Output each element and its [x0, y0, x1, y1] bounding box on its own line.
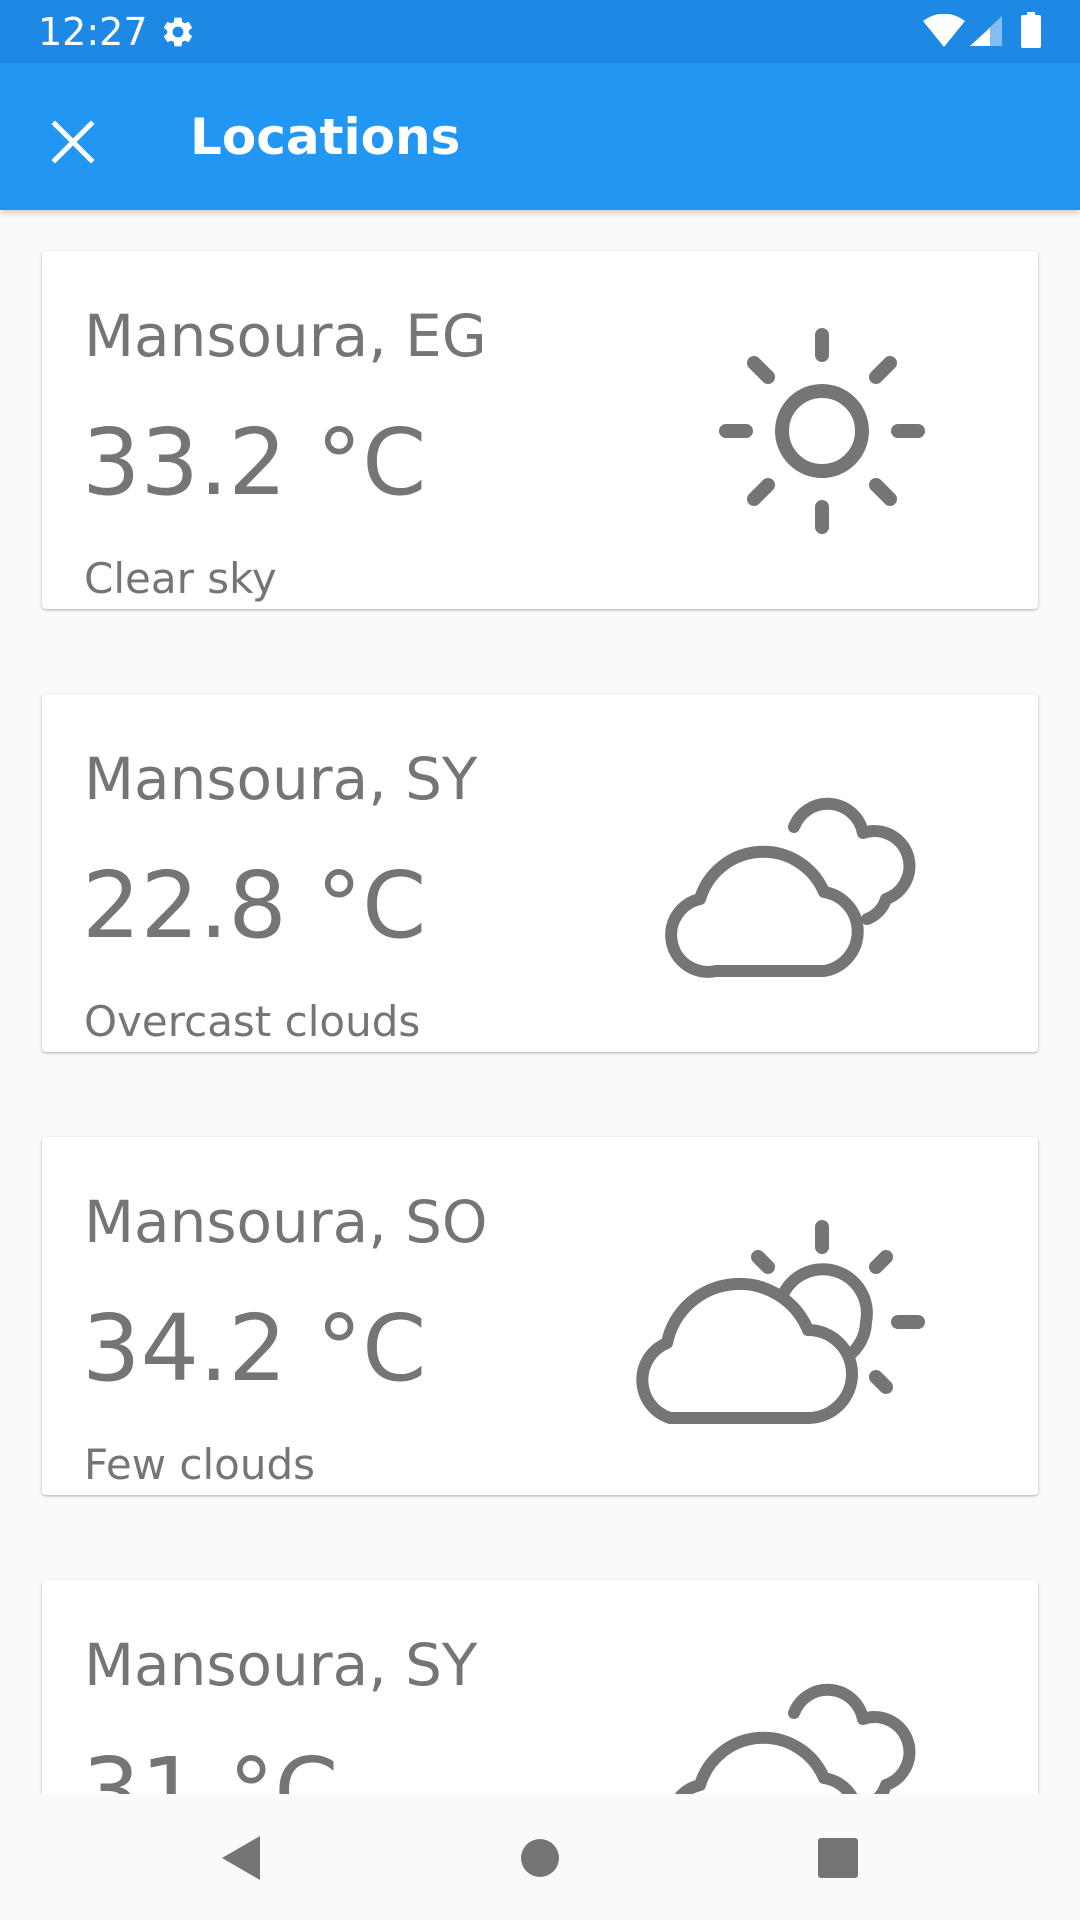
location-card[interactable]: Mansoura, SO 34.2 °C Few clouds	[42, 1137, 1038, 1495]
app-bar: Locations	[0, 63, 1080, 210]
back-icon	[222, 1836, 260, 1880]
locations-list[interactable]: Mansoura, EG 33.2 °C Clear sky Mansoura,…	[0, 210, 1080, 1794]
back-button[interactable]	[200, 1818, 280, 1898]
location-description: Few clouds	[84, 1440, 316, 1489]
battery-icon	[1021, 12, 1041, 48]
close-button[interactable]	[30, 99, 116, 185]
location-card[interactable]: Mansoura, SY 31 °C	[42, 1580, 1038, 1794]
home-button[interactable]	[500, 1818, 580, 1898]
location-temperature: 34.2 °C	[82, 1295, 427, 1402]
status-time: 12:27	[38, 10, 148, 54]
clouds-icon	[665, 797, 916, 978]
page-title: Locations	[190, 108, 461, 166]
close-icon	[51, 120, 95, 164]
gear-icon	[163, 17, 193, 47]
recents-button[interactable]	[798, 1818, 878, 1898]
home-icon	[521, 1839, 559, 1877]
recents-icon	[818, 1838, 858, 1878]
wifi-icon	[923, 14, 965, 47]
location-city: Mansoura, EG	[84, 302, 487, 370]
location-city: Mansoura, SO	[84, 1188, 488, 1256]
location-description: Overcast clouds	[84, 997, 421, 1046]
location-temperature: 33.2 °C	[82, 409, 427, 516]
clouds-icon	[674, 1683, 916, 1794]
status-bar: 12:27	[0, 0, 1080, 63]
location-city: Mansoura, SY	[84, 1631, 478, 1699]
signal-icon	[970, 16, 1002, 46]
location-city: Mansoura, SY	[84, 745, 478, 813]
partly-cloudy-icon	[636, 1220, 925, 1424]
sun-icon	[719, 328, 925, 534]
navigation-bar	[0, 1794, 1080, 1920]
location-card[interactable]: Mansoura, SY 22.8 °C Overcast clouds	[42, 694, 1038, 1052]
location-description: Clear sky	[84, 554, 277, 603]
location-temperature: 31 °C	[82, 1738, 339, 1795]
location-card[interactable]: Mansoura, EG 33.2 °C Clear sky	[42, 251, 1038, 609]
location-temperature: 22.8 °C	[82, 852, 427, 959]
